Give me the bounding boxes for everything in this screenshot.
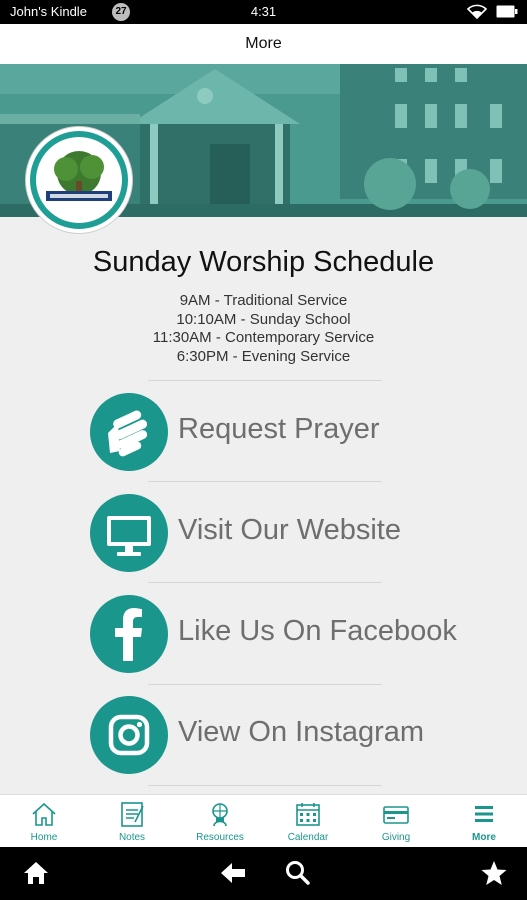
- schedule-line: 9AM - Traditional Service: [179, 292, 348, 309]
- divider: [148, 481, 382, 482]
- search-icon[interactable]: [284, 859, 312, 887]
- page-title: More: [0, 24, 527, 64]
- facebook-icon: [90, 595, 168, 673]
- divider: [148, 582, 382, 583]
- back-arrow-icon[interactable]: [219, 859, 247, 887]
- divider: [148, 684, 382, 685]
- wifi-icon: [466, 4, 488, 20]
- favorites-star-icon[interactable]: [480, 859, 508, 887]
- schedule-title: Sunday Worship Schedule: [92, 246, 435, 278]
- nav-label: Calendar: [287, 832, 329, 843]
- nav-label: Resources: [196, 832, 244, 843]
- action-label: View On Instagram: [178, 716, 425, 748]
- bottom-nav: Home Notes Resources Calendar Giving Mor…: [0, 794, 527, 847]
- instagram-button[interactable]: View On Instagram: [90, 696, 490, 776]
- system-home-icon[interactable]: [22, 859, 50, 887]
- schedule-line: 6:30PM - Evening Service: [176, 347, 351, 365]
- status-bar: John's Kindle 27 4:31: [0, 0, 527, 24]
- nav-home[interactable]: Home: [0, 795, 88, 848]
- calendar-icon: [296, 803, 320, 826]
- divider: [148, 380, 382, 381]
- nav-resources[interactable]: Resources: [176, 795, 264, 848]
- giving-card-icon: [383, 806, 409, 824]
- notes-icon: [121, 802, 144, 827]
- nav-label: Giving: [381, 832, 411, 843]
- request-prayer-button[interactable]: Request Prayer: [90, 393, 490, 473]
- visit-website-button[interactable]: Visit Our Website: [90, 494, 490, 574]
- divider: [148, 785, 382, 786]
- praying-hands-icon: [90, 393, 168, 471]
- status-clock: 4:31: [250, 4, 277, 19]
- action-label: Visit Our Website: [178, 514, 401, 546]
- schedule-list: 9AM - Traditional Service 10:10AM - Sund…: [0, 292, 527, 366]
- facebook-button[interactable]: Like Us On Facebook: [90, 595, 490, 675]
- nav-calendar[interactable]: Calendar: [264, 795, 352, 848]
- schedule-line: 11:30AM - Contemporary Service: [152, 329, 375, 346]
- nav-notes[interactable]: Notes: [88, 795, 176, 848]
- system-nav-bar: [0, 847, 527, 900]
- tree-logo-icon: [46, 151, 112, 201]
- resources-icon: [212, 803, 228, 827]
- monitor-icon: [90, 494, 168, 572]
- schedule-line: 10:10AM - Sunday School: [176, 310, 351, 328]
- home-icon: [32, 802, 56, 826]
- battery-icon: [496, 5, 518, 18]
- nav-label: Notes: [118, 832, 146, 843]
- nav-more[interactable]: More: [440, 795, 527, 848]
- church-logo: [26, 127, 132, 233]
- nav-giving[interactable]: Giving: [352, 795, 440, 848]
- nav-label: More: [472, 832, 496, 843]
- instagram-icon: [90, 696, 168, 774]
- menu-icon: [475, 806, 493, 822]
- nav-label: Home: [30, 832, 58, 843]
- action-label: Request Prayer: [178, 413, 380, 445]
- action-label: Like Us On Facebook: [178, 615, 457, 647]
